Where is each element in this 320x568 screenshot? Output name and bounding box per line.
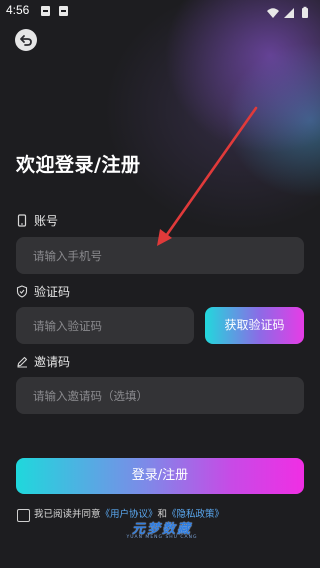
notification-box-icon bbox=[41, 6, 50, 16]
verification-label-text: 验证码 bbox=[34, 285, 71, 299]
back-arrow-icon bbox=[20, 35, 32, 46]
user-agreement-link[interactable]: 《用户协议》 bbox=[101, 509, 158, 520]
phone-input[interactable] bbox=[16, 237, 304, 274]
agreement-prefix: 我已阅读并同意 bbox=[34, 509, 101, 520]
back-button[interactable] bbox=[15, 29, 37, 51]
page-title: 欢迎登录/注册 bbox=[16, 154, 141, 176]
agreement-checkbox[interactable] bbox=[17, 509, 30, 522]
get-code-button[interactable]: 获取验证码 bbox=[205, 307, 304, 344]
invite-label-text: 邀请码 bbox=[34, 355, 71, 369]
invite-code-input[interactable] bbox=[16, 377, 304, 414]
verification-code-input[interactable] bbox=[16, 307, 194, 344]
privacy-policy-link[interactable]: 《隐私政策》 bbox=[167, 509, 224, 520]
status-bar: 4:56 bbox=[0, 0, 320, 24]
status-right-icons bbox=[266, 5, 314, 19]
account-label-text: 账号 bbox=[34, 214, 59, 228]
account-input-box[interactable] bbox=[16, 237, 304, 274]
notification-box-icon bbox=[59, 6, 68, 16]
status-time: 4:56 bbox=[6, 3, 30, 17]
verification-input-box[interactable] bbox=[16, 307, 194, 344]
login-register-button[interactable]: 登录/注册 bbox=[16, 458, 304, 494]
battery-icon bbox=[302, 6, 308, 18]
pencil-icon bbox=[17, 356, 28, 368]
phone-icon bbox=[17, 214, 27, 227]
shield-check-icon bbox=[16, 285, 28, 298]
watermark-sub-text: YUAN MENG SHU CANG bbox=[126, 535, 198, 540]
agreement-and: 和 bbox=[157, 509, 168, 520]
invite-input-box[interactable] bbox=[16, 377, 304, 414]
cellular-signal-icon bbox=[284, 8, 294, 18]
agreement-text: 我已阅读并同意《用户协议》和《隐私政策》 bbox=[34, 508, 224, 522]
wifi-icon bbox=[267, 8, 279, 18]
